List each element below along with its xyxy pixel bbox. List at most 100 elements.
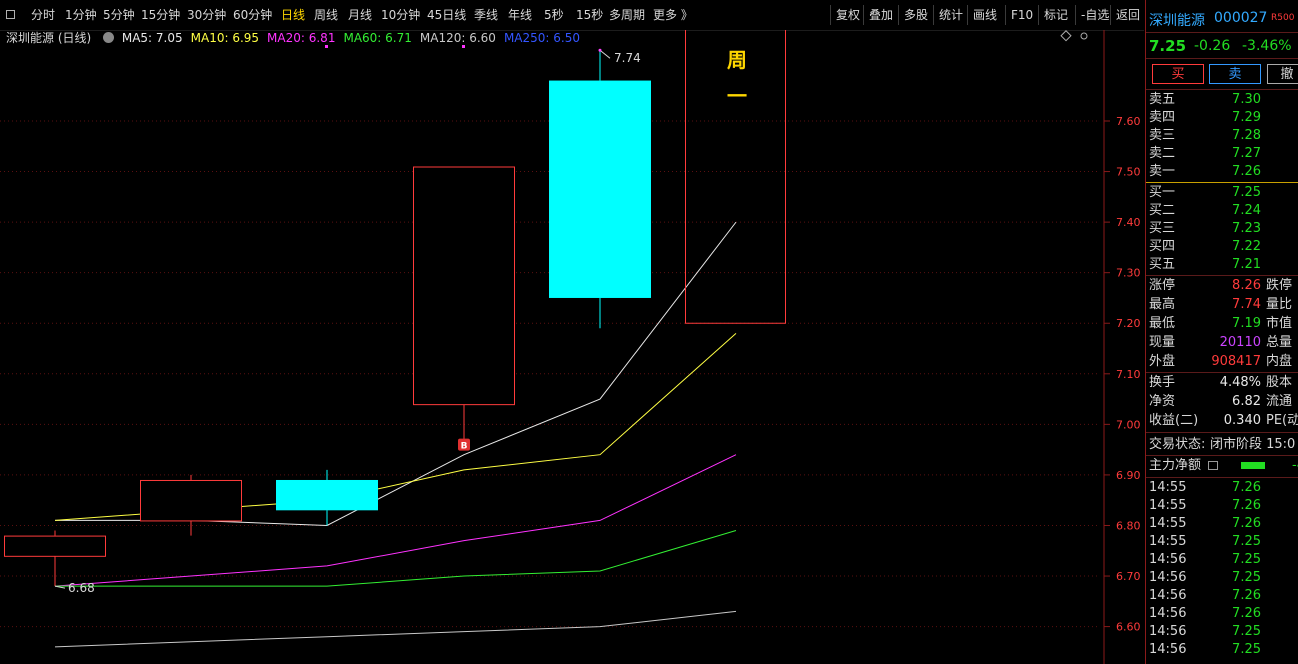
low-price-label: 6.68 [68,581,95,595]
period-tab-0[interactable]: 分时 [31,7,55,23]
tick-time: 14:55 [1149,480,1187,495]
forecast-day-1: 周 [727,48,747,72]
cancel-order-button[interactable]: 撤 [1267,64,1298,84]
index-badge: R500 [1271,13,1295,23]
stat-value: 8.26 [1232,278,1261,293]
period-tab-6[interactable]: 日线 [281,7,305,23]
tick-time: 14:56 [1149,642,1187,657]
stat-label-2: 跌停 [1266,278,1293,293]
period-tab-16[interactable]: 更多 》 [653,7,693,23]
bid-row: 买一 7.25 [1146,184,1298,202]
y-tick-label: 7.10 [1116,368,1141,381]
ma-legend-item: MA20: 6.81 [267,31,336,45]
action-button-2[interactable]: 多股 [904,7,928,23]
tick-price: 7.26 [1232,606,1261,621]
ask-label: 卖五 [1149,92,1176,107]
tick-time: 14:56 [1149,606,1187,621]
tick-price: 7.25 [1232,534,1261,549]
stat-label: 外盘 [1149,354,1176,369]
main-flow-label: 主力净额 [1149,458,1202,473]
kline-chart[interactable]: 7.60 7.50 7.40 7.30 7.20 7.10 7.00 6.90 6.80 6.70… [0,30,1144,664]
stat-row: 最低 7.19 市值 [1146,315,1298,333]
tick-row: 14:56 7.26 [1146,587,1298,605]
tick-time: 14:56 [1149,570,1187,585]
stat-value: 4.48% [1219,375,1261,390]
ma-legend-item: MA10: 6.95 [190,31,260,45]
tick-price: 7.25 [1232,642,1261,657]
stat-row: 现量 20110 总量 [1146,334,1298,352]
bid-label: 买三 [1149,221,1176,236]
y-tick-label: 7.00 [1116,418,1141,431]
tick-row: 14:55 7.26 [1146,497,1298,515]
action-button-8[interactable]: 返回 [1116,7,1140,23]
tick-time: 14:55 [1149,498,1187,513]
ask-row: 卖一 7.26 [1146,163,1298,181]
action-button-6[interactable]: 标记 [1044,7,1068,23]
stat-label-2: 总量 [1266,335,1293,350]
period-tab-8[interactable]: 月线 [348,7,372,23]
layout-square-icon[interactable] [6,10,15,19]
period-tab-4[interactable]: 30分钟 [187,7,226,23]
price-change-pct: -3.46% [1242,38,1292,54]
stat-label: 现量 [1149,335,1176,350]
tick-row: 14:56 7.26 [1146,605,1298,623]
action-button-7[interactable]: -自选 [1081,7,1109,23]
ask-label: 卖二 [1149,146,1176,161]
stat-value: 20110 [1219,335,1261,350]
bid-row: 买三 7.23 [1146,220,1298,238]
kline-canvas[interactable]: 7.60 7.50 7.40 7.30 7.20 7.10 7.00 6.90 6.80 6.70… [0,30,1144,664]
dropdown-circle-icon[interactable] [103,32,115,43]
list-icon[interactable] [1208,461,1218,470]
tick-time: 14:55 [1149,534,1187,549]
tick-row: 14:56 7.25 [1146,641,1298,659]
period-tab-12[interactable]: 年线 [508,7,532,23]
period-tab-13[interactable]: 5秒 [544,7,564,23]
stat-label-2: 流通 [1266,394,1293,409]
period-tab-14[interactable]: 15秒 [576,7,603,23]
tick-row: 14:55 7.26 [1146,479,1298,497]
ma-line-ma120 [54,610,737,648]
tick-time: 14:56 [1149,552,1187,567]
stock-name: 深圳能源 [1149,13,1205,29]
sell-button[interactable]: 卖 [1209,64,1261,84]
price-change: -0.26 [1194,38,1231,54]
period-toolbar: 分时 1分钟 5分钟 15分钟 30分钟 60分钟 日线 周线 月线 10分钟 45日线 季线 年线 5秒… [0,0,1144,31]
tick-price: 7.25 [1232,552,1261,567]
period-tab-9[interactable]: 10分钟 [381,7,420,23]
action-button-5[interactable]: F10 [1011,7,1033,23]
period-tab-3[interactable]: 15分钟 [141,7,180,23]
bid-label: 买五 [1149,257,1176,272]
tick-price: 7.25 [1232,624,1261,639]
period-tab-7[interactable]: 周线 [314,7,338,23]
period-tab-5[interactable]: 60分钟 [233,7,272,23]
y-tick-label: 6.90 [1116,469,1141,482]
stat-value: 908417 [1211,354,1261,369]
ask-price: 7.27 [1232,146,1261,161]
y-tick-label: 7.30 [1116,267,1141,280]
divider [1146,455,1298,456]
action-button-1[interactable]: 叠加 [869,7,893,23]
toolbar-divider [898,5,899,25]
ma-line-ma60 [55,530,737,587]
action-button-0[interactable]: 复权 [836,7,860,23]
bid-price: 7.25 [1232,185,1261,200]
divider [1146,432,1298,433]
stat-value: 7.74 [1232,297,1261,312]
buy-button[interactable]: 买 [1152,64,1204,84]
stat-label-2: PE(动 [1266,413,1298,428]
action-button-3[interactable]: 统计 [939,7,963,23]
tick-price: 7.26 [1232,480,1261,495]
bid-ask-divider [1146,182,1298,183]
ask-row: 卖三 7.28 [1146,127,1298,145]
bid-row: 买四 7.22 [1146,238,1298,256]
period-tab-11[interactable]: 季线 [474,7,498,23]
period-tab-15[interactable]: 多周期 [609,7,645,23]
period-tab-1[interactable]: 1分钟 [65,7,97,23]
period-tab-2[interactable]: 5分钟 [103,7,135,23]
y-tick-label: 6.80 [1116,519,1141,532]
period-tab-10[interactable]: 45日线 [427,7,466,23]
action-button-4[interactable]: 画线 [973,7,997,23]
tick-time: 14:55 [1149,516,1187,531]
candle-body-down [549,80,651,298]
circle-icon [1080,32,1088,40]
